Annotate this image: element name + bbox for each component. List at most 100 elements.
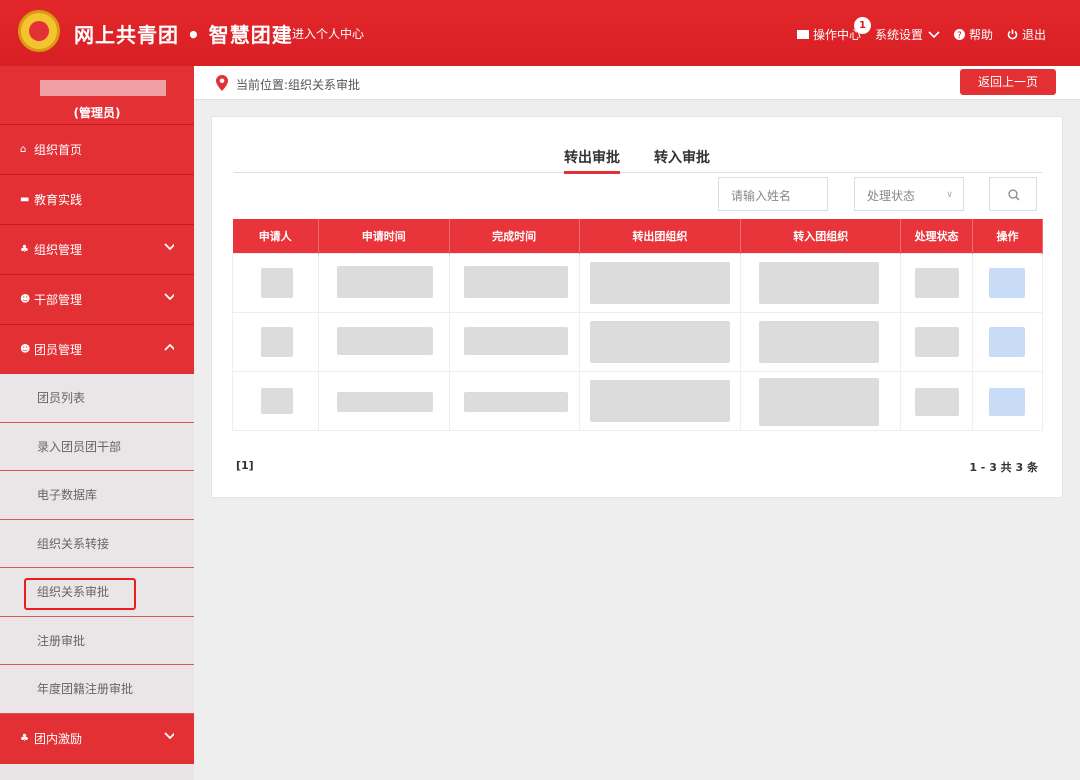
cell-blurred (900, 311, 974, 372)
cell-blurred (740, 311, 902, 372)
power-icon (1007, 29, 1018, 40)
action-link-blurred[interactable] (972, 311, 1043, 372)
cell-blurred (578, 311, 742, 372)
back-button[interactable]: 返回上一页 (960, 69, 1056, 95)
sub-item-label: 组织关系转接 (37, 536, 110, 551)
logout-link[interactable]: 退出 (1007, 26, 1046, 43)
cell-blurred (232, 370, 319, 431)
chevron-up-icon (164, 343, 174, 351)
action-link-blurred[interactable] (972, 370, 1043, 431)
col-finish-time: 完成时间 (449, 219, 580, 253)
status-filter-label: 处理状态 (867, 189, 916, 203)
cell-blurred (317, 311, 450, 372)
sidebar: (管理员) ⌂ 组织首页 ▬ 教育实践 ♣ 组织管理 ☻ 干部管理 ☻ 团员管理… (0, 66, 194, 780)
approval-panel: 转出审批 转入审批 请输入姓名 处理状态 ∨ 申请人 申请时间 完成时间 转出团… (211, 116, 1063, 498)
col-applicant: 申请人 (232, 219, 319, 253)
sub-item-label: 录入团员团干部 (37, 439, 122, 454)
sidebar-item-cadre-management[interactable]: ☻ 干部管理 (0, 274, 194, 324)
tab-transfer-out[interactable]: 转出审批 (564, 147, 620, 174)
help-link[interactable]: ? 帮助 (953, 26, 993, 43)
sub-item-member-list[interactable]: 团员列表 (0, 374, 194, 423)
cell-blurred (578, 370, 742, 431)
tab-transfer-in[interactable]: 转入审批 (654, 147, 710, 167)
settings-menu[interactable]: 系统设置 (875, 26, 940, 43)
cell-blurred (578, 252, 742, 313)
location-pin-icon (216, 75, 228, 91)
user-role: (管理员) (73, 106, 121, 120)
sidebar-item-label: 团内激励 (34, 732, 83, 746)
chevron-down-icon (928, 30, 940, 38)
name-search-input[interactable]: 请输入姓名 (718, 177, 828, 211)
cell-blurred (448, 370, 580, 431)
org-icon: ♣ (20, 733, 29, 744)
record-count: 1 - 3 共 3 条 (969, 461, 1038, 474)
col-status: 处理状态 (900, 219, 974, 253)
table-header-row: 申请人 申请时间 完成时间 转出团组织 转入团组织 处理状态 操作 (232, 219, 1043, 253)
tab-bar: 转出审批 转入审批 (234, 145, 1042, 174)
status-filter-select[interactable]: 处理状态 ∨ (854, 177, 964, 211)
help-icon: ? (953, 29, 965, 40)
cell-blurred (317, 252, 450, 313)
app-title: 网上共青团 • 智慧团建 (74, 23, 293, 47)
folder-icon: ▬ (20, 194, 30, 205)
settings-label: 系统设置 (874, 28, 923, 42)
breadcrumb-text: 当前位置:组织关系审批 (236, 78, 361, 92)
search-icon (1008, 189, 1020, 201)
sub-item-label: 电子数据库 (37, 488, 98, 503)
cell-blurred (900, 370, 974, 431)
chevron-down-icon (164, 243, 174, 251)
org-icon: ♣ (20, 244, 29, 255)
chevron-down-icon (164, 293, 174, 301)
action-link-blurred[interactable] (972, 252, 1043, 313)
logout-label: 退出 (1021, 28, 1046, 42)
search-button[interactable] (989, 177, 1037, 211)
sub-item-label: 注册审批 (37, 633, 86, 648)
logo-icon (18, 10, 60, 52)
sub-item-e-database[interactable]: 电子数据库 (0, 471, 194, 520)
cell-blurred (317, 370, 450, 431)
sidebar-item-label: 组织管理 (34, 243, 83, 257)
sub-item-label: 年度团籍注册审批 (37, 682, 134, 697)
sub-item-registration-approval[interactable]: 注册审批 (0, 616, 194, 665)
breadcrumb: 当前位置:组织关系审批 返回上一页 (194, 66, 1080, 100)
notification-badge: 1 (853, 17, 871, 34)
users-icon: ☻ (20, 294, 31, 305)
sub-item-label: 团员列表 (37, 391, 86, 406)
sidebar-item-member-management[interactable]: ☻ 团员管理 (0, 324, 194, 374)
home-icon: ⌂ (20, 144, 27, 155)
mail-icon (796, 30, 809, 39)
cell-blurred (232, 311, 319, 372)
col-action: 操作 (972, 219, 1043, 253)
ops-center-link[interactable]: 操作中心 1 (796, 17, 871, 43)
personal-center-link[interactable]: 进入个人中心 (292, 25, 364, 42)
sidebar-item-org-home[interactable]: ⌂ 组织首页 (0, 124, 194, 174)
chevron-down-icon (164, 731, 174, 739)
sub-item-enter-member[interactable]: 录入团员团干部 (0, 422, 194, 471)
sub-item-relation-approval[interactable]: 组织关系审批 (0, 568, 194, 617)
cell-blurred (232, 252, 319, 313)
approval-table: 申请人 申请时间 完成时间 转出团组织 转入团组织 处理状态 操作 (232, 219, 1043, 431)
sidebar-item-label: 干部管理 (34, 293, 83, 307)
table-row (232, 252, 1043, 313)
sidebar-item-label: 组织首页 (34, 143, 83, 157)
sidebar-item-org-management[interactable]: ♣ 组织管理 (0, 224, 194, 274)
chevron-down-icon: ∨ (946, 190, 953, 200)
user-box: (管理员) (0, 66, 194, 124)
sidebar-item-incentive[interactable]: ♣ 团内激励 (0, 713, 194, 764)
top-header: 网上共青团 • 智慧团建 进入个人中心 操作中心 1 系统设置 ? 帮助 退出 (0, 0, 1080, 66)
users-icon: ☻ (20, 344, 31, 355)
sidebar-item-education[interactable]: ▬ 教育实践 (0, 174, 194, 224)
sub-item-relation-transfer[interactable]: 组织关系转接 (0, 519, 194, 568)
table-row (232, 370, 1043, 431)
username-blurred (40, 80, 166, 96)
col-to-org: 转入团组织 (740, 219, 902, 253)
cell-blurred (740, 370, 902, 431)
sidebar-item-label: 教育实践 (34, 193, 83, 207)
sub-item-annual-registration[interactable]: 年度团籍注册审批 (0, 665, 194, 714)
sidebar-item-label: 团员管理 (34, 343, 83, 357)
cell-blurred (448, 252, 580, 313)
pagination[interactable]: [1] (236, 459, 254, 472)
col-apply-time: 申请时间 (318, 219, 450, 253)
top-nav: 操作中心 1 系统设置 ? 帮助 退出 (783, 17, 1046, 43)
table-row (232, 311, 1043, 372)
